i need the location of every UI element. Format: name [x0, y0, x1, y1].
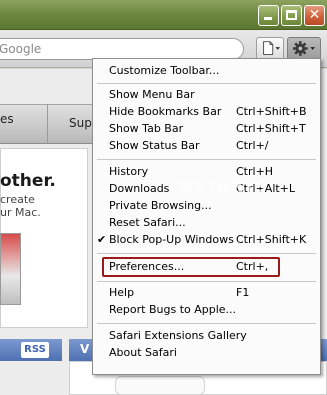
watermark: GSTARTS: [180, 177, 268, 196]
menu-item-label: Show Menu Bar: [109, 88, 195, 101]
maximize-icon: [286, 10, 297, 20]
close-icon: ✕: [308, 7, 321, 23]
gear-icon: [293, 41, 315, 56]
panel-header-text: V: [80, 342, 90, 356]
menu-item-label: History: [109, 165, 149, 178]
promo-text-line: create: [0, 193, 35, 206]
menu-item-shortcut: Ctrl+,: [236, 260, 269, 273]
menu-item-label: Safari Extensions Gallery: [109, 329, 247, 342]
menu-item-hide-bookmarks-bar[interactable]: Hide Bookmarks Bar Ctrl+Shift+B: [93, 104, 320, 120]
menu-item-label: Show Status Bar: [109, 139, 200, 152]
menu-item-label: Help: [109, 286, 135, 299]
promo-title: other.: [0, 171, 56, 191]
tab-partial-a[interactable]: es: [0, 112, 14, 126]
rss-badge[interactable]: RSS: [21, 342, 49, 358]
menu-separator: [97, 83, 316, 84]
menu-item-preferences[interactable]: Preferences... Ctrl+,: [93, 259, 320, 275]
menu-item-block-popups[interactable]: ✔ Block Pop-Up Windows Ctrl+Shift+K: [93, 232, 320, 248]
menu-item-label: Hide Bookmarks Bar: [109, 105, 222, 118]
menu-item-about-safari[interactable]: About Safari: [93, 345, 320, 361]
menu-item-shortcut: F1: [236, 286, 250, 299]
menu-item-customize-toolbar[interactable]: Customize Toolbar...: [93, 63, 320, 79]
promo-image: [0, 233, 21, 305]
menu-item-label: Private Browsing...: [109, 199, 212, 212]
menu-item-show-status-bar[interactable]: Show Status Bar Ctrl+/: [93, 138, 320, 154]
promo-text-line: ur Mac.: [0, 206, 41, 219]
search-input[interactable]: Google: [0, 38, 244, 60]
menu-item-private-browsing[interactable]: Private Browsing...: [93, 198, 320, 214]
menu-separator: [97, 281, 316, 282]
menu-item-report-bugs[interactable]: Report Bugs to Apple...: [93, 302, 320, 318]
minimize-icon: [264, 17, 272, 20]
settings-menu-button[interactable]: [287, 37, 321, 60]
menu-item-label: About Safari: [109, 346, 177, 359]
checkmark-icon: ✔: [97, 233, 107, 246]
menu-separator: [97, 253, 316, 254]
close-button[interactable]: ✕: [304, 5, 325, 26]
menu-item-help[interactable]: Help F1: [93, 285, 320, 301]
settings-dropdown-menu: Customize Toolbar... Show Menu Bar Hide …: [92, 58, 321, 375]
menu-item-shortcut: Ctrl+Shift+K: [236, 233, 307, 246]
menu-separator: [97, 323, 316, 324]
page-icon: [263, 41, 281, 55]
menu-item-label: Show Tab Bar: [109, 122, 184, 135]
menu-item-show-menu-bar[interactable]: Show Menu Bar: [93, 87, 320, 103]
page-menu-button[interactable]: [256, 37, 284, 60]
menu-item-shortcut: Ctrl+Shift+B: [236, 105, 307, 118]
panel-card: [115, 376, 205, 395]
menu-item-label: Preferences...: [109, 260, 185, 273]
maximize-button[interactable]: [281, 5, 302, 26]
menu-separator: [97, 159, 316, 160]
minimize-button[interactable]: [258, 5, 279, 26]
menu-item-label: Report Bugs to Apple...: [109, 303, 237, 316]
menu-item-shortcut: Ctrl+/: [236, 139, 269, 152]
menu-item-extensions-gallery[interactable]: Safari Extensions Gallery: [93, 328, 320, 344]
menu-item-label: Block Pop-Up Windows: [109, 233, 234, 246]
menu-item-label: Downloads: [109, 182, 170, 195]
menu-item-label: Reset Safari...: [109, 216, 186, 229]
menu-item-label: Customize Toolbar...: [109, 64, 220, 77]
menu-item-shortcut: Ctrl+Shift+T: [236, 122, 306, 135]
menu-item-show-tab-bar[interactable]: Show Tab Bar Ctrl+Shift+T: [93, 121, 320, 137]
menu-item-reset-safari[interactable]: Reset Safari...: [93, 215, 320, 231]
